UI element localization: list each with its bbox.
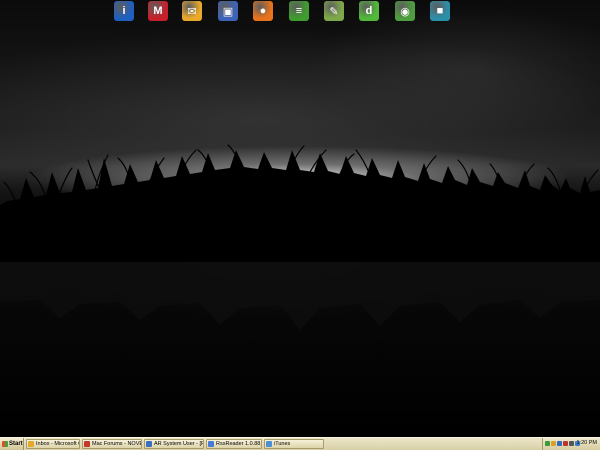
taskbar: Start Inbox - Microsoft Outlook Mac Foru… bbox=[0, 437, 600, 450]
task-ar-system[interactable]: AR System User - [PUSIO... bbox=[144, 439, 204, 449]
task-label: iTunes bbox=[274, 441, 291, 447]
ar-system-icon bbox=[146, 441, 152, 447]
outlook-icon bbox=[28, 441, 34, 447]
browser-icon bbox=[84, 441, 90, 447]
windows-logo-icon bbox=[2, 441, 8, 447]
tray-network-icon[interactable] bbox=[545, 441, 550, 446]
tray-app-icon[interactable] bbox=[569, 441, 574, 446]
start-label: Start bbox=[9, 441, 23, 447]
tray-alert-icon[interactable] bbox=[563, 441, 568, 446]
dreamweaver-icon[interactable]: d bbox=[359, 1, 379, 21]
globe-info-icon[interactable]: i bbox=[114, 1, 134, 21]
task-outlook[interactable]: Inbox - Microsoft Outlook bbox=[26, 439, 80, 449]
task-itunes[interactable]: iTunes bbox=[264, 439, 324, 449]
media-disc-icon[interactable]: ◉ bbox=[395, 1, 415, 21]
sticky-note-icon[interactable]: ✉ bbox=[182, 1, 202, 21]
camera-photo-icon[interactable]: ■ bbox=[430, 1, 450, 21]
system-tray: 1:20 PM bbox=[542, 438, 600, 450]
task-label: RssReader 1.0.88.0 bbox=[216, 441, 261, 447]
firefox-icon[interactable]: ● bbox=[253, 1, 273, 21]
clock[interactable]: 1:20 PM bbox=[577, 440, 597, 446]
tray-volume-icon[interactable] bbox=[557, 441, 562, 446]
task-label: Inbox - Microsoft Outlook bbox=[36, 441, 79, 447]
task-label: Mac Forums - NOVEMBE... bbox=[92, 441, 141, 447]
grass-landscape-wallpaper bbox=[0, 144, 600, 437]
rss-icon bbox=[208, 441, 214, 447]
tray-shield-icon[interactable] bbox=[551, 441, 556, 446]
red-app-icon[interactable]: M bbox=[148, 1, 168, 21]
task-rssreader[interactable]: RssReader 1.0.88.0 bbox=[206, 439, 262, 449]
pen-edit-icon[interactable]: ✎ bbox=[324, 1, 344, 21]
desktop-icon-bar: i M ✉ ▣ ● ≡ ✎ d ◉ ■ bbox=[112, 1, 457, 23]
task-mac-forums[interactable]: Mac Forums - NOVEMBE... bbox=[82, 439, 142, 449]
task-label: AR System User - [PUSIO... bbox=[154, 441, 203, 447]
start-button[interactable]: Start bbox=[0, 438, 24, 450]
desktop-wallpaper: i M ✉ ▣ ● ≡ ✎ d ◉ ■ bbox=[0, 0, 600, 437]
itunes-icon bbox=[266, 441, 272, 447]
green-monitor-icon[interactable]: ≡ bbox=[289, 1, 309, 21]
network-computer-icon[interactable]: ▣ bbox=[218, 1, 238, 21]
